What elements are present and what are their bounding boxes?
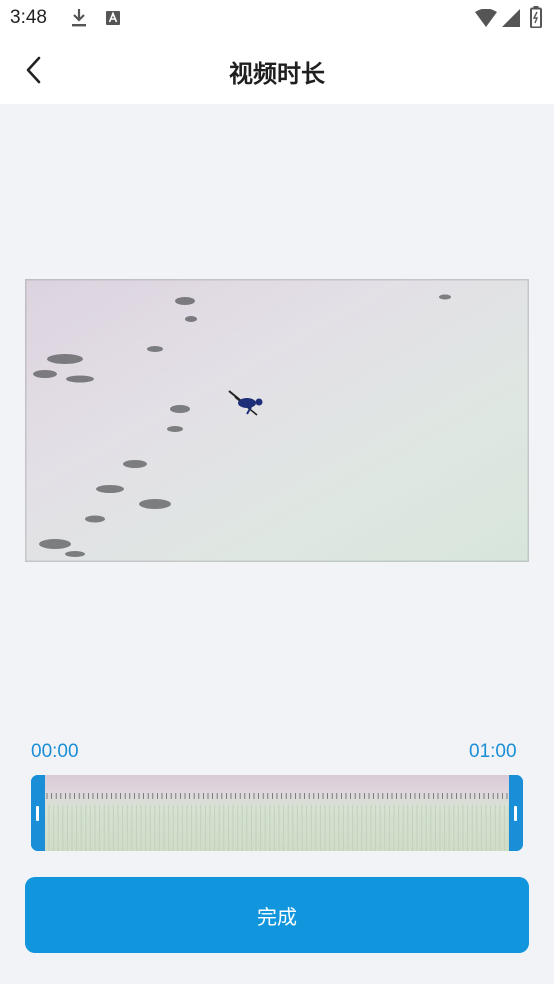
- trim-start-time: 00:00: [31, 741, 79, 762]
- trim-end-handle[interactable]: [509, 775, 523, 851]
- download-icon: [70, 8, 88, 32]
- video-filmstrip: [45, 775, 509, 851]
- page-title: 视频时长: [229, 60, 325, 88]
- done-button[interactable]: 完成: [25, 877, 529, 953]
- video-thumbnail: [25, 279, 529, 562]
- trim-start-handle[interactable]: [31, 775, 45, 851]
- status-bar: 3:48: [0, 0, 554, 38]
- signal-icon: [502, 9, 520, 31]
- wifi-icon: [475, 8, 497, 31]
- filmstrip-frames: [46, 793, 509, 851]
- end-handle-grip: [514, 806, 517, 821]
- start-handle-grip: [36, 806, 39, 821]
- trim-bar[interactable]: [31, 775, 523, 851]
- status-time: 3:48: [10, 7, 47, 28]
- text-a-icon: [104, 8, 122, 32]
- trim-end-time: 01:00: [469, 741, 517, 762]
- video-preview[interactable]: [25, 279, 529, 562]
- nav-bar: 视频时长: [0, 38, 554, 104]
- battery-icon: [530, 6, 542, 32]
